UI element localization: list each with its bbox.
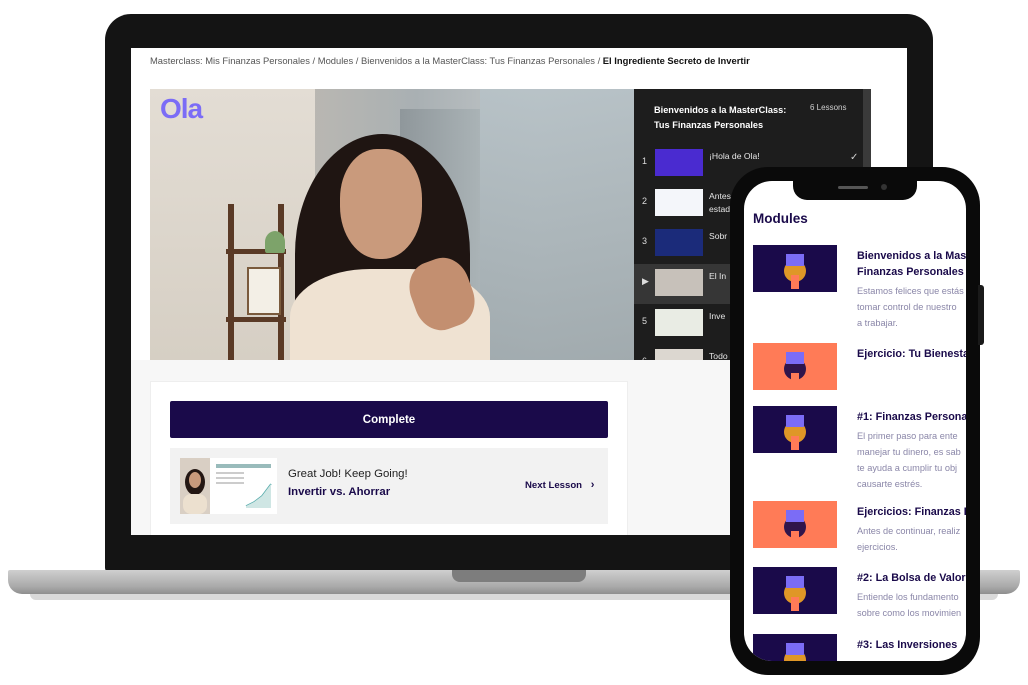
module-title: Ejercicios: Finanzas P — [857, 506, 966, 518]
next-lesson-message: Great Job! Keep Going! — [288, 468, 408, 480]
playlist-item-thumbnail — [655, 229, 703, 256]
complete-button[interactable]: Complete — [170, 401, 608, 438]
laptop-trackpad-notch — [452, 570, 586, 582]
plant-decoration — [265, 231, 285, 253]
module-description: Entiende los fundamento sobre como los m… — [857, 592, 962, 618]
camera-icon — [881, 184, 887, 190]
module-title: #2: La Bolsa de Valor — [857, 572, 966, 584]
playlist-item-thumbnail — [655, 349, 703, 360]
module-thumbnail — [753, 406, 837, 453]
playlist-item-number: 3 — [642, 236, 648, 246]
playlist-item-thumbnail — [655, 309, 703, 336]
ola-logo: Ola — [160, 93, 203, 124]
playlist-item-thumbnail — [655, 149, 703, 176]
breadcrumb-path[interactable]: Masterclass: Mis Finanzas Personales / M… — [150, 55, 603, 66]
phone-side-button — [978, 285, 984, 345]
next-lesson-label: Next Lesson — [525, 480, 583, 491]
module-title: Ejercicio: Tu Bienesta — [857, 348, 966, 360]
chevron-right-icon: › — [590, 479, 595, 491]
module-thumbnail — [753, 567, 837, 614]
module-thumbnail — [753, 501, 837, 548]
next-lesson-card[interactable]: Great Job! Keep Going! Invertir vs. Ahor… — [170, 448, 608, 524]
module-title: #3: Las Inversiones — [857, 639, 958, 651]
playlist-item-number: 6 — [642, 356, 647, 360]
module-thumbnail — [753, 343, 837, 390]
playlist-item-number: 2 — [642, 196, 648, 206]
module-thumbnail — [753, 245, 837, 292]
module-description: Antes de continuar, realiz ejercicios. — [857, 526, 961, 552]
next-lesson-link[interactable]: Next Lesson › — [525, 479, 594, 491]
phone-notch — [793, 181, 917, 200]
module-title: Bienvenidos a la Mas Finanzas Personales — [857, 250, 966, 278]
playlist-item-title: ¡Hola de Ola! — [709, 151, 760, 161]
playlist-title: Bienvenidos a la MasterClass: Tus Finanz… — [654, 105, 787, 130]
playlist-item-thumbnail — [655, 269, 703, 296]
playlist-count: 6 Lessons — [810, 103, 847, 112]
playlist-item-thumbnail — [655, 189, 703, 216]
breadcrumb-current: El Ingrediente Secreto de Invertir — [602, 55, 750, 66]
presenter-face — [340, 149, 422, 259]
module-description: Estamos felices que estás tomar control … — [857, 286, 964, 328]
playlist-item-number: 5 — [642, 316, 648, 326]
playlist-item-number: 1 — [642, 156, 648, 166]
phone-screen: Modules Bienvenidos a la Mas Finanzas Pe… — [744, 181, 966, 661]
checkmark-icon: ✓ — [850, 152, 859, 163]
modules-heading: Modules — [753, 211, 808, 226]
picture-frame — [247, 267, 281, 315]
module-thumbnail — [753, 634, 837, 661]
next-lesson-title: Invertir vs. Ahorrar — [288, 486, 391, 498]
playlist-item-number: ▶ — [642, 276, 649, 286]
module-description: El primer paso para ente manejar tu dine… — [857, 431, 961, 489]
breadcrumb: Masterclass: Mis Finanzas Personales / M… — [150, 55, 750, 66]
next-lesson-thumbnail — [180, 458, 277, 514]
video-player[interactable]: Ola — [150, 89, 634, 360]
module-title: #1: Finanzas Persona — [857, 411, 966, 423]
